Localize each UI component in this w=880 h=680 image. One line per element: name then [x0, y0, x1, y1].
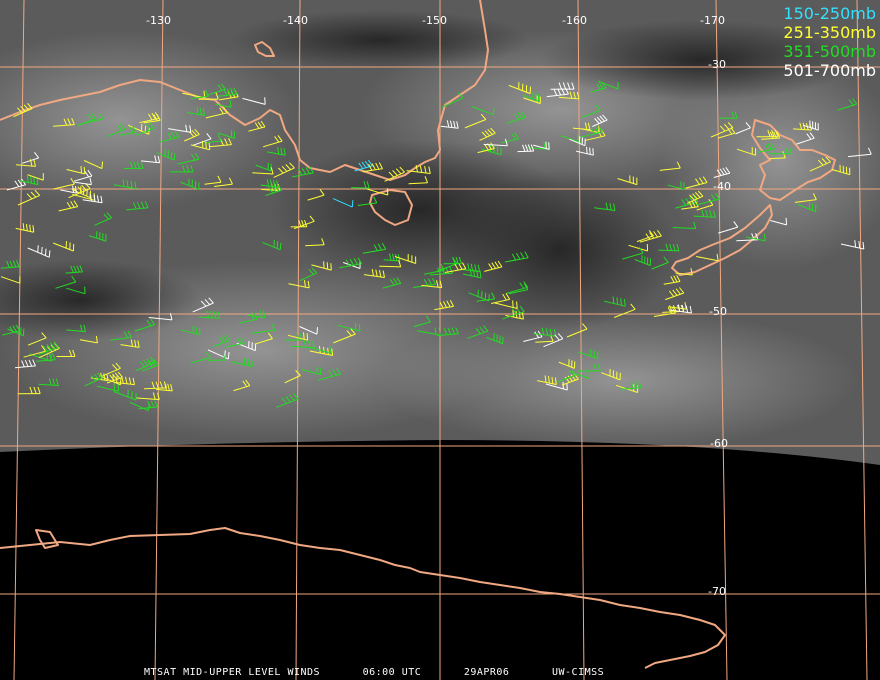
legend-entry-351-500mb: 351-500mb [783, 42, 876, 61]
legend-entry-501-700mb: 501-700mb [783, 61, 876, 80]
legend-entry-150-250mb: 150-250mb [783, 4, 876, 23]
longitude-label: -140 [283, 14, 308, 27]
latitude-label: -30 [708, 58, 726, 71]
longitude-label: -150 [422, 14, 447, 27]
image-caption: MTSAT MID-UPPER LEVEL WINDS 06:00 UTC 29… [144, 667, 640, 678]
caption-product: MTSAT MID-UPPER LEVEL WINDS [144, 667, 321, 678]
legend-entry-251-350mb: 251-350mb [783, 23, 876, 42]
latitude-label: -70 [708, 585, 726, 598]
latitude-label: -40 [713, 180, 731, 193]
longitude-label: -160 [562, 14, 587, 27]
caption-date: 29APR06 [463, 667, 510, 678]
latitude-label: -50 [709, 305, 727, 318]
satellite-wind-map [0, 0, 880, 680]
caption-time: 06:00 UTC [362, 667, 422, 678]
longitude-label: -170 [700, 14, 725, 27]
latitude-label: -60 [710, 437, 728, 450]
pressure-level-legend: 150-250mb 251-350mb 351-500mb 501-700mb [783, 4, 876, 80]
longitude-label: -130 [146, 14, 171, 27]
caption-source: UW-CIMSS [552, 667, 605, 678]
